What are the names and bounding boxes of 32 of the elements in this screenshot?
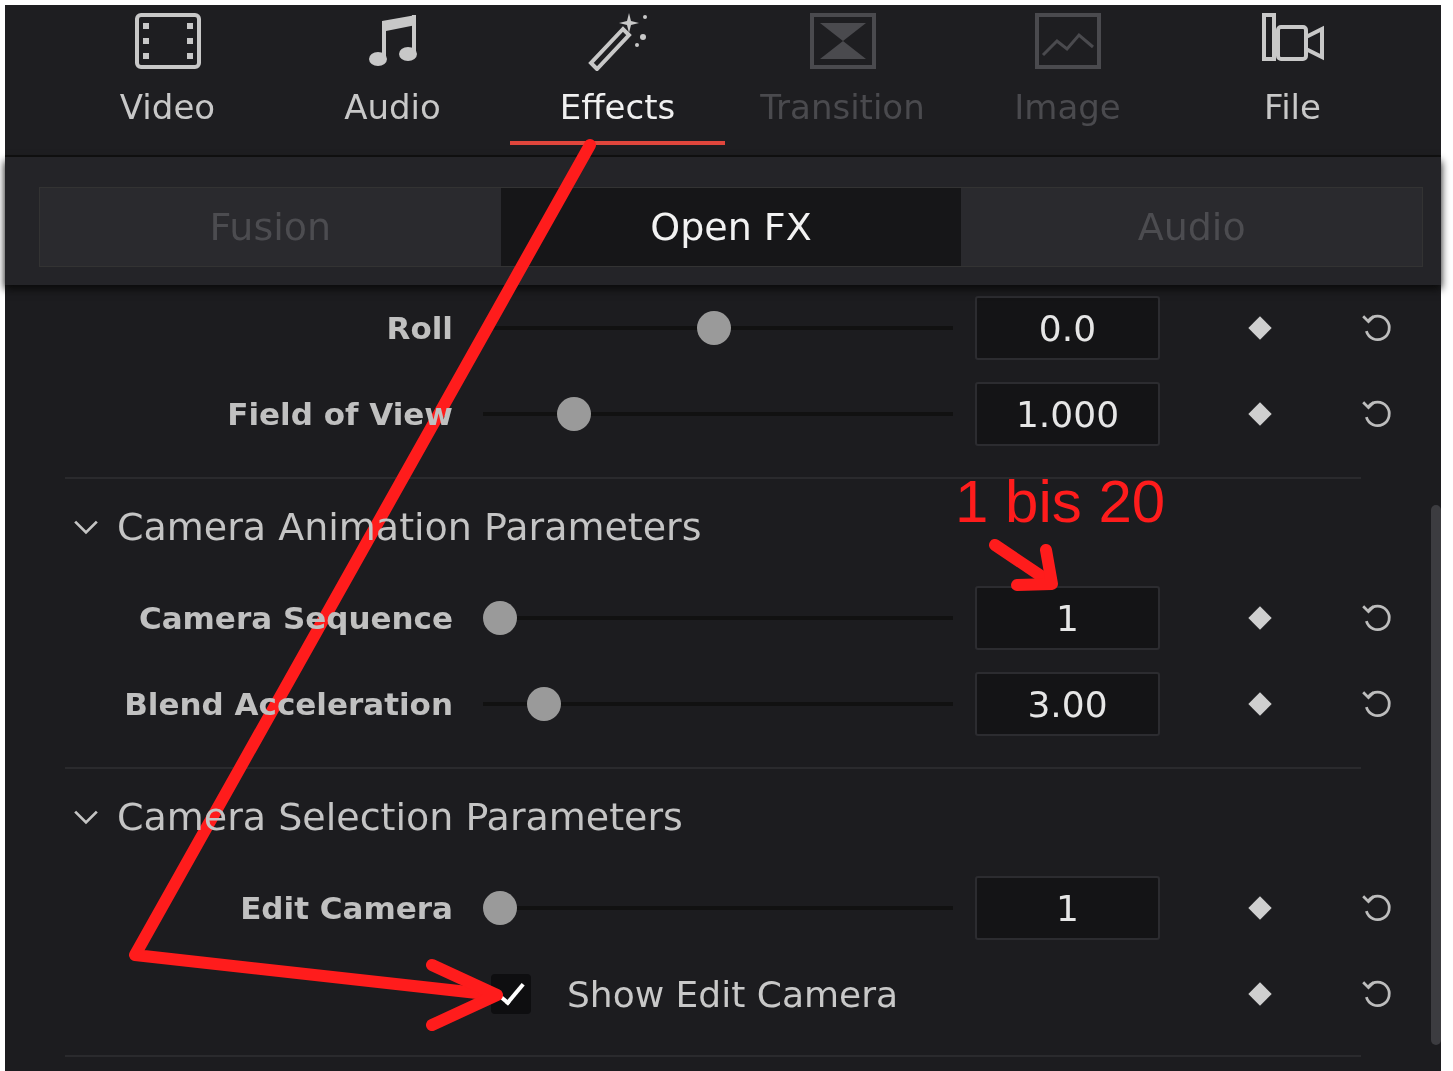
value-field[interactable]: 1.000 [975, 382, 1160, 446]
keyframe-diamond-icon[interactable] [1247, 605, 1273, 631]
inspector-tab[interactable]: Effects [505, 5, 730, 155]
slider-thumb[interactable] [483, 601, 517, 635]
annotation-text: 1 bis 20 [955, 467, 1166, 536]
slider-thumb[interactable] [696, 311, 731, 345]
chevron-icon[interactable] [73, 518, 99, 536]
parameter-label: Edit Camera [239, 890, 454, 926]
checkbox[interactable] [491, 974, 531, 1014]
value-field[interactable]: 1 [975, 586, 1160, 650]
keyframe-diamond-icon[interactable] [1247, 691, 1273, 717]
keyframe-diamond-icon[interactable] [1247, 981, 1273, 1007]
slider-thumb[interactable] [483, 891, 517, 925]
parameter-label: Roll [385, 310, 454, 346]
value-field[interactable]: 1 [975, 876, 1160, 940]
landscape-image-icon [1032, 11, 1103, 71]
hourglass-frame-icon [807, 11, 878, 71]
inspector-tab[interactable]: Audio [280, 5, 505, 155]
value-field[interactable]: 0.0 [975, 296, 1160, 360]
scrollbar[interactable] [1431, 505, 1441, 1045]
slider-thumb[interactable] [557, 397, 592, 431]
keyframe-diamond-icon[interactable] [1247, 895, 1273, 921]
slider-thumb[interactable] [526, 687, 561, 721]
value-field[interactable]: 3.00 [975, 672, 1160, 736]
keyframe-diamond-icon[interactable] [1247, 315, 1273, 341]
inspector-tab[interactable]: Video [55, 5, 280, 155]
inspector-tab[interactable]: File [1180, 5, 1405, 155]
chevron-icon[interactable] [73, 808, 99, 826]
checkbox-label: Show Edit Camera [567, 973, 898, 1015]
keyframe-diamond-icon[interactable] [1247, 401, 1273, 427]
film-icon [132, 11, 203, 71]
effects-subtab[interactable]: Open FX [500, 188, 962, 266]
